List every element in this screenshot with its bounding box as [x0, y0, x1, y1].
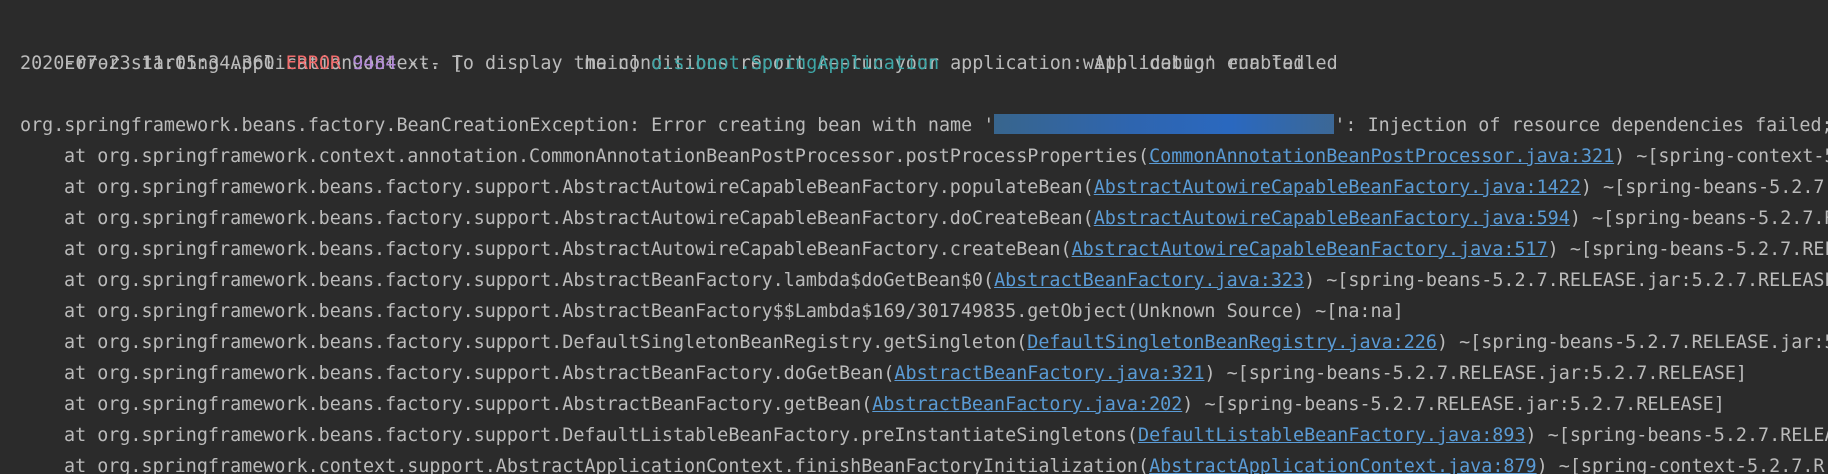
log-logger: o.s.boot.SpringApplication: [651, 53, 940, 74]
stack-source-link[interactable]: AbstractBeanFactory.java:321: [894, 363, 1204, 384]
stack-method: at org.springframework.beans.factory.sup…: [64, 177, 1094, 198]
header-line: Error starting ApplicationContext. To di…: [20, 17, 1315, 74]
log-entry: 2020-07-23 11:05:34.360 ERROR 9484 --- […: [20, 48, 1338, 79]
log-timestamp: 2020-07-23 11:05:34.360: [20, 53, 275, 74]
stack-source-link[interactable]: CommonAnnotationBeanPostProcessor.java:3…: [1149, 146, 1614, 167]
stack-frame: at org.springframework.beans.factory.sup…: [64, 265, 1828, 296]
stack-tail: ) ~[spring-beans-5.2.7.RELEASE.jar:5.2.7…: [1304, 270, 1828, 291]
stack-frame: at org.springframework.beans.factory.sup…: [64, 358, 1747, 389]
stack-source-link[interactable]: DefaultSingletonBeanRegistry.java:226: [1027, 332, 1437, 353]
stack-frame: at org.springframework.context.support.A…: [64, 451, 1824, 474]
log-level: ERROR: [285, 53, 342, 74]
stack-source-link[interactable]: AbstractAutowireCapableBeanFactory.java:…: [1094, 208, 1570, 229]
log-separator: --- [: [407, 53, 463, 74]
stack-frame: at org.springframework.beans.factory.sup…: [64, 389, 1725, 420]
log-pid: 9484: [352, 53, 397, 74]
stack-frame: at org.springframework.beans.factory.sup…: [64, 172, 1828, 203]
stack-source-link[interactable]: AbstractAutowireCapableBeanFactory.java:…: [1094, 177, 1581, 198]
stack-frame: at org.springframework.beans.factory.sup…: [64, 234, 1828, 265]
stack-tail: ) ~[spring-beans-5.2.7.RELEASE.jar:5.2.7…: [1204, 363, 1747, 384]
stack-source-link[interactable]: AbstractBeanFactory.java:323: [994, 270, 1304, 291]
redacted-bean-name: [994, 114, 1335, 134]
stack-source-link[interactable]: AbstractBeanFactory.java:202: [872, 394, 1182, 415]
stack-frame: at org.springframework.beans.factory.sup…: [64, 420, 1828, 451]
stack-tail: ) ~[spring-beans-5.2.7.RELEA: [1525, 425, 1828, 446]
exception-prefix: org.springframework.beans.factory.BeanCr…: [20, 115, 995, 136]
stack-method: at org.springframework.beans.factory.sup…: [64, 425, 1138, 446]
stack-method: at org.springframework.beans.factory.sup…: [64, 208, 1094, 229]
stack-tail: ) ~[spring-beans-5.2.7.REL: [1547, 239, 1828, 260]
stack-tail: ) ~[spring-context-5: [1614, 146, 1828, 167]
stack-method: at org.springframework.beans.factory.sup…: [64, 394, 873, 415]
stack-tail: ) ~[spring-context-5.2.7.R: [1536, 456, 1825, 474]
console-output[interactable]: Error starting ApplicationContext. To di…: [0, 0, 1828, 474]
stack-method: at org.springframework.beans.factory.sup…: [64, 301, 1404, 322]
exception-line: org.springframework.beans.factory.BeanCr…: [20, 110, 1828, 141]
stack-frame: at org.springframework.beans.factory.sup…: [64, 327, 1828, 358]
stack-method: at org.springframework.beans.factory.sup…: [64, 363, 895, 384]
stack-source-link[interactable]: AbstractApplicationContext.java:879: [1149, 456, 1537, 474]
stack-frame: at org.springframework.context.annotatio…: [64, 141, 1828, 172]
stack-source-link[interactable]: AbstractAutowireCapableBeanFactory.java:…: [1072, 239, 1548, 260]
stack-tail: ) ~[spring-beans-5.2.7.RELEASE.jar:5: [1436, 332, 1828, 353]
stack-method: at org.springframework.beans.factory.sup…: [64, 270, 995, 291]
exception-suffix: ': Injection of resource dependencies fa…: [1334, 115, 1828, 136]
stack-frame: at org.springframework.beans.factory.sup…: [64, 296, 1404, 327]
stack-method: at org.springframework.beans.factory.sup…: [64, 332, 1028, 353]
stack-method: at org.springframework.context.annotatio…: [64, 146, 1150, 167]
stack-method: at org.springframework.beans.factory.sup…: [64, 239, 1072, 260]
log-message: : Application run failed: [1071, 53, 1338, 74]
stack-method: at org.springframework.context.support.A…: [64, 456, 1150, 474]
stack-frame: at org.springframework.beans.factory.sup…: [64, 203, 1828, 234]
stack-tail: ) ~[spring-beans-5.2.7.: [1580, 177, 1828, 198]
stack-tail: ) ~[spring-beans-5.2.7.R: [1569, 208, 1828, 229]
stack-source-link[interactable]: DefaultListableBeanFactory.java:893: [1138, 425, 1526, 446]
stack-tail: ) ~[spring-beans-5.2.7.RELEASE.jar:5.2.7…: [1182, 394, 1725, 415]
log-thread: main]: [462, 53, 641, 74]
